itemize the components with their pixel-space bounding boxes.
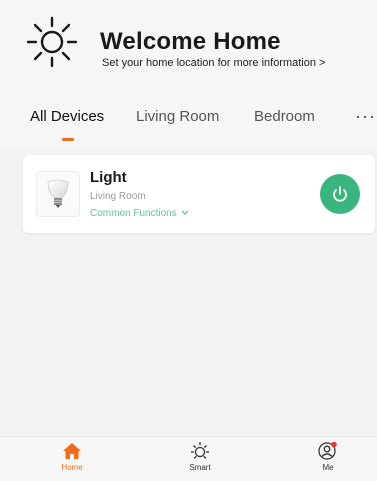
common-functions-dropdown[interactable]: Common Functions [90,208,189,219]
page-title: Welcome Home [100,28,281,55]
device-room: Living Room [90,191,146,202]
room-tabs: All Devices Living Room Bedroom [0,108,377,148]
active-tab-indicator [62,138,74,141]
tab-bedroom[interactable]: Bedroom [254,108,315,125]
power-icon [333,186,347,202]
set-location-link[interactable]: Set your home location for more informat… [102,57,325,69]
device-name: Light [90,169,127,186]
user-icon [318,441,337,460]
sun-icon [26,16,78,68]
home-icon [63,443,81,459]
device-card[interactable]: Light Living Room Common Functions [23,155,375,233]
header: Welcome Home Set your home location for … [0,0,377,150]
sun-icon [190,441,210,459]
nav-me[interactable]: Me [298,441,358,472]
tab-living-room[interactable]: Living Room [136,108,219,125]
tab-all-devices[interactable]: All Devices [30,108,104,125]
nav-home-label: Home [61,463,83,472]
nav-smart[interactable]: Smart [170,441,230,472]
bottom-navigation: Home Smart Me [0,436,377,481]
chevron-down-icon [182,210,189,215]
nav-me-label: Me [322,463,334,472]
common-functions-label: Common Functions [90,208,177,219]
light-bulb-icon [36,171,80,217]
notification-dot [331,441,337,448]
nav-home[interactable]: Home [42,441,102,472]
nav-smart-label: Smart [189,463,211,472]
power-button[interactable] [320,174,360,214]
more-icon[interactable]: ··· [355,106,376,127]
